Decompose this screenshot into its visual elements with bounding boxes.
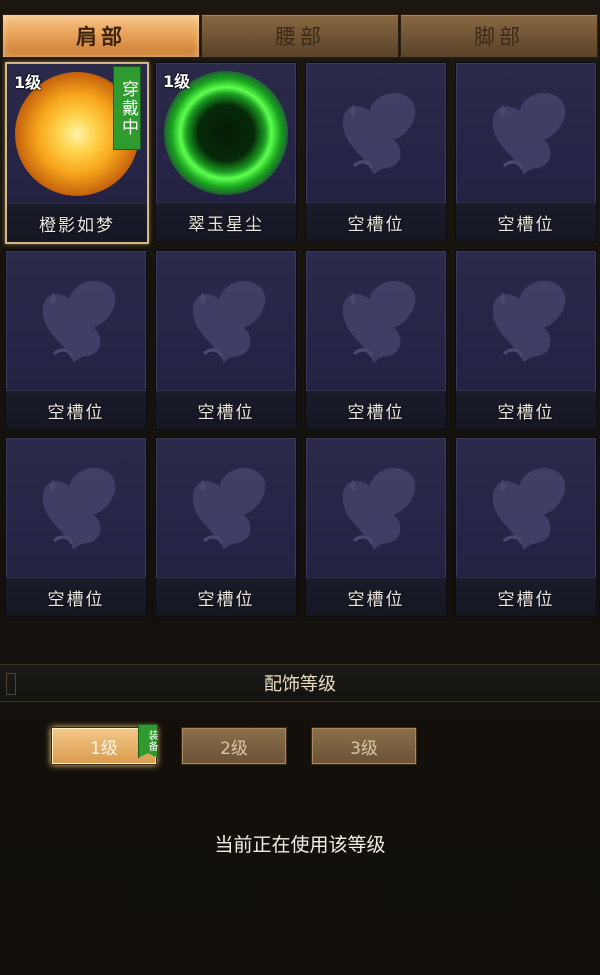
butterfly-icon	[306, 438, 446, 578]
slot-name: 空槽位	[156, 577, 296, 616]
slot-6[interactable]: 空槽位	[155, 250, 297, 430]
tab-feet[interactable]: 脚部	[400, 14, 598, 58]
slot-4[interactable]: 空槽位	[455, 62, 597, 242]
butterfly-icon	[6, 251, 146, 391]
equipped-flag: 装备	[138, 724, 158, 758]
accessory-slot-grid: 1级 穿戴中 橙影如梦 1级 翠玉星尘 空槽位 空槽位 空槽位 空槽位 空槽位 …	[0, 60, 600, 620]
butterfly-icon	[456, 251, 596, 391]
slot-name: 空槽位	[456, 202, 596, 241]
slot-name: 空槽位	[306, 390, 446, 429]
slot-10[interactable]: 空槽位	[155, 437, 297, 617]
butterfly-icon	[456, 63, 596, 203]
butterfly-icon	[306, 251, 446, 391]
slot-level: 1级	[163, 72, 191, 91]
slot-name: 空槽位	[456, 390, 596, 429]
slot-8[interactable]: 空槽位	[455, 250, 597, 430]
level-section-title: 配饰等级	[264, 674, 336, 695]
slot-name: 空槽位	[306, 577, 446, 616]
accessory-panel: 肩部 腰部 脚部 1级 穿戴中 橙影如梦 1级 翠玉星尘 空槽位 空槽位 空槽位…	[0, 0, 600, 975]
slot-1[interactable]: 1级 穿戴中 橙影如梦	[5, 62, 149, 244]
slot-name: 空槽位	[6, 577, 146, 616]
wearing-badge: 穿戴中	[113, 66, 141, 150]
butterfly-icon	[456, 438, 596, 578]
slot-9[interactable]: 空槽位	[5, 437, 147, 617]
slot-level: 1级	[14, 73, 42, 92]
slot-3[interactable]: 空槽位	[305, 62, 447, 242]
butterfly-icon	[306, 63, 446, 203]
level-status-text: 当前正在使用该等级	[214, 834, 386, 856]
butterfly-icon	[6, 438, 146, 578]
tab-waist[interactable]: 腰部	[201, 14, 399, 58]
butterfly-icon	[156, 438, 296, 578]
butterfly-icon	[156, 251, 296, 391]
slot-name: 橙影如梦	[7, 203, 147, 242]
category-tabs: 肩部 腰部 脚部	[0, 14, 600, 58]
slot-name: 空槽位	[156, 390, 296, 429]
tab-shoulder[interactable]: 肩部	[2, 14, 200, 58]
slot-2[interactable]: 1级 翠玉星尘	[155, 62, 297, 242]
slot-12[interactable]: 空槽位	[455, 437, 597, 617]
level-section-header: 配饰等级	[0, 664, 600, 702]
level-3-button[interactable]: 3级	[311, 727, 417, 765]
level-2-button[interactable]: 2级	[181, 727, 287, 765]
slot-5[interactable]: 空槽位	[5, 250, 147, 430]
slot-name: 空槽位	[306, 202, 446, 241]
slot-7[interactable]: 空槽位	[305, 250, 447, 430]
slot-11[interactable]: 空槽位	[305, 437, 447, 617]
slot-name: 翠玉星尘	[156, 202, 296, 241]
slot-name: 空槽位	[6, 390, 146, 429]
slot-name: 空槽位	[456, 577, 596, 616]
